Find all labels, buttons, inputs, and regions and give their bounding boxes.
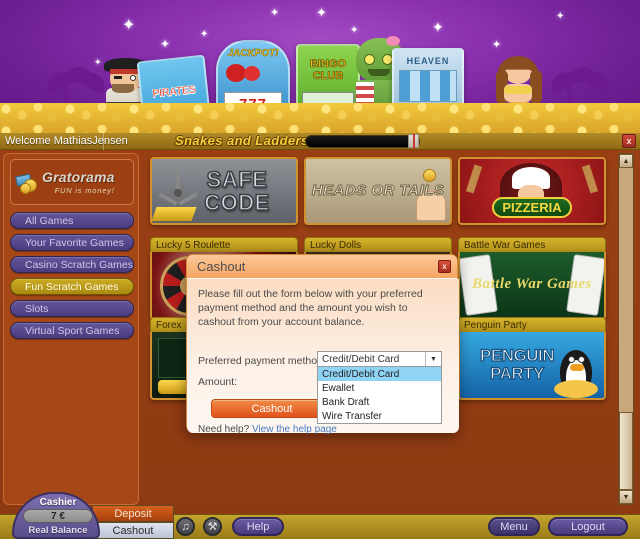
coins-icon [15, 170, 39, 194]
star-icon: ✦ [350, 25, 359, 36]
title-progress-bar[interactable] [305, 135, 420, 148]
brand-tagline: FUN is money! [54, 186, 115, 195]
pirates-card-label: PIRATES [151, 83, 197, 101]
star-icon: ✦ [200, 29, 209, 40]
option-wire-transfer[interactable]: Wire Transfer [318, 409, 441, 423]
game-tile[interactable]: Penguin Party PENGUIN PARTY [458, 317, 606, 400]
heaven-label: HEAVEN [406, 56, 450, 66]
brand-logo[interactable]: Gratorama FUN is money! [10, 159, 134, 205]
sidebar: Gratorama FUN is money! All Games Your F… [3, 153, 139, 505]
scrollbar-thumb[interactable] [619, 412, 633, 490]
game-tile[interactable]: Battle War Games Battle War Games [458, 237, 606, 320]
vertical-scrollbar[interactable]: ▲ ▼ [618, 153, 634, 505]
game-art-label: PIZZERIA [492, 197, 572, 218]
dialog-description: Please fill out the form below with your… [198, 288, 423, 329]
star-icon: ✦ [432, 19, 444, 35]
option-ewallet[interactable]: Ewallet [318, 381, 441, 395]
jackpot-label: JACKPOT! [227, 48, 279, 60]
cashout-submit-button[interactable]: Cashout [211, 399, 333, 418]
game-tile-label: Battle War Games [458, 237, 606, 252]
payment-method-label: Preferred payment method: [198, 355, 326, 367]
page-title: Snakes and Ladders [175, 133, 309, 148]
welcome-message: Welcome MathiasJensen [5, 135, 128, 147]
game-tile-label: Lucky 5 Roulette [150, 237, 298, 252]
deposit-button[interactable]: Deposit [92, 505, 174, 522]
game-tile[interactable]: SAFE CODE [150, 157, 298, 225]
dialog-header: Cashout x [187, 255, 457, 279]
sidebar-item-virtual-sport[interactable]: Virtual Sport Games [10, 322, 134, 339]
star-icon: ✦ [556, 11, 565, 22]
help-button[interactable]: Help [232, 517, 284, 536]
game-tile-label: Penguin Party [458, 317, 606, 332]
star-icon: ✦ [492, 39, 502, 51]
brand-name: Gratorama [42, 169, 115, 185]
star-icon: ✦ [160, 37, 171, 51]
game-art-label: HEADS OR TAILS [311, 182, 445, 200]
bingo-club-label: BINGO CLUB [309, 58, 347, 83]
help-text: Need help? View the help page [198, 424, 337, 435]
star-icon: ✦ [270, 7, 280, 19]
cashier-widget[interactable]: Cashier 7 € Real Balance [12, 492, 100, 539]
logout-button[interactable]: Logout [548, 517, 628, 536]
scroll-down-icon[interactable]: ▼ [619, 490, 633, 504]
help-page-link[interactable]: View the help page [252, 424, 337, 435]
balance-amount: 7 € [23, 509, 93, 523]
promo-banner: ✦ ✦ ✦ ✦ ✦ ✦ ✦ ✦ ✦ ✦ PIRATES JACKPOT! 777 [0, 0, 640, 133]
game-art-label: PENGUIN PARTY [479, 346, 555, 383]
game-tile[interactable]: PIZZERIA [458, 157, 606, 225]
sidebar-item-favorites[interactable]: Your Favorite Games [10, 234, 134, 251]
balance-type-label: Real Balance [28, 525, 88, 536]
payment-method-select[interactable]: Credit/Debit Card ▼ [317, 351, 442, 367]
scroll-up-icon[interactable]: ▲ [619, 154, 633, 168]
game-art-penguin-party[interactable]: PENGUIN PARTY [458, 332, 606, 400]
close-icon[interactable]: x [438, 260, 451, 273]
music-icon[interactable]: ♫ [176, 517, 195, 536]
star-icon: ✦ [316, 5, 327, 20]
game-art-safe-code[interactable]: SAFE CODE [150, 157, 298, 225]
star-icon: ✦ [122, 17, 136, 34]
cashout-button[interactable]: Cashout [92, 522, 174, 539]
option-credit-debit-card[interactable]: Credit/Debit Card [318, 367, 441, 381]
game-art-label: SAFE CODE [203, 166, 270, 215]
dialog-body: Please fill out the form below with your… [187, 279, 459, 435]
divider [103, 133, 104, 150]
cashout-dialog: Cashout x Please fill out the form below… [186, 254, 459, 435]
sidebar-item-slots[interactable]: Slots [10, 300, 134, 317]
tools-icon[interactable]: ⚒ [203, 517, 222, 536]
sidebar-item-casino-scratch[interactable]: Casino Scratch Games [10, 256, 134, 273]
sidebar-item-all-games[interactable]: All Games [10, 212, 134, 229]
option-bank-draft[interactable]: Bank Draft [318, 395, 441, 409]
gift-icon[interactable] [408, 134, 419, 149]
dialog-title: Cashout [197, 259, 246, 274]
game-art-heads-or-tails[interactable]: HEADS OR TAILS [304, 157, 452, 225]
close-icon[interactable]: x [622, 134, 636, 148]
gold-coins-floor [0, 103, 640, 133]
sidebar-item-fun-scratch[interactable]: Fun Scratch Games [10, 278, 134, 295]
game-tile-label: Lucky Dolls [304, 237, 452, 252]
cashier-label: Cashier [39, 497, 77, 508]
payment-method-options[interactable]: Credit/Debit Card Ewallet Bank Draft Wir… [317, 367, 442, 424]
game-art-pizzeria[interactable]: PIZZERIA [458, 157, 606, 225]
menu-button[interactable]: Menu [488, 517, 540, 536]
welcome-bar: Welcome MathiasJensen Snakes and Ladders… [0, 133, 640, 150]
game-art-label: Battle War Games [472, 276, 592, 293]
game-tile[interactable]: HEADS OR TAILS [304, 157, 452, 225]
help-prefix: Need help? [198, 424, 252, 435]
chevron-down-icon[interactable]: ▼ [425, 352, 441, 366]
amount-label: Amount: [198, 376, 238, 388]
game-art-battle-war[interactable]: Battle War Games [458, 252, 606, 320]
payment-method-value: Credit/Debit Card [322, 353, 400, 365]
